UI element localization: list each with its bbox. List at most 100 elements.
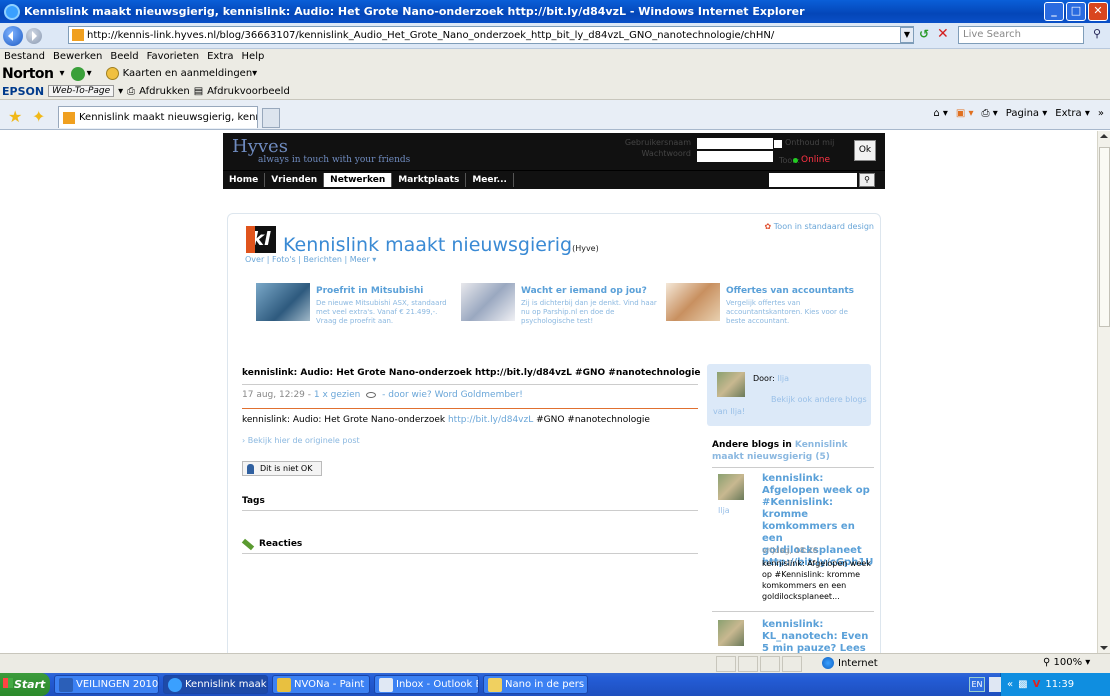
print-icon[interactable]: ⎙: [127, 86, 135, 97]
nav-vrienden[interactable]: Vrienden: [265, 173, 325, 187]
feeds-icon[interactable]: ▣ ▾: [956, 108, 974, 119]
toon-standaard-link[interactable]: ✿ Toon in standaard design: [765, 222, 874, 231]
start-button[interactable]: Start: [0, 673, 50, 696]
post-body: kennislink: Audio: Het Grote Nano-onderz…: [242, 415, 650, 425]
goldmember-link[interactable]: - door wie? Word Goldmember!: [382, 390, 523, 400]
back-button[interactable]: [3, 25, 23, 46]
language-indicator[interactable]: EN: [969, 677, 985, 692]
search-input[interactable]: Live Search: [958, 26, 1084, 44]
menu-beeld[interactable]: Beeld: [110, 51, 138, 62]
word-icon: [59, 677, 73, 692]
norton-dropdown-icon[interactable]: ▾: [60, 68, 65, 79]
nav-netwerken[interactable]: Netwerken: [324, 173, 393, 187]
door-label: Door:: [753, 374, 775, 383]
add-favorite-icon[interactable]: ✦: [32, 107, 45, 126]
nav-home[interactable]: Home: [223, 173, 266, 187]
taskbar-button-veilingen[interactable]: VEILINGEN 2010 ...: [54, 675, 159, 694]
hyve-subnav[interactable]: Over | Foto's | Berichten | Meer ▾: [245, 255, 376, 264]
menu-help[interactable]: Help: [242, 51, 265, 62]
post-meta: 17 aug, 12:29 - 1 x gezien - door wie? W…: [242, 390, 523, 400]
ad-title: Wacht er iemand op jou?: [521, 286, 647, 296]
page-menu-label: Pagina: [1005, 108, 1040, 119]
ad-title: Proefrit in Mitsubishi: [316, 286, 424, 296]
not-ok-button[interactable]: Dit is niet OK: [242, 461, 322, 476]
scroll-up-icon[interactable]: [1100, 134, 1108, 138]
antivirus-icon[interactable]: V: [1033, 679, 1041, 690]
tray-expand-icon[interactable]: «: [1007, 679, 1013, 690]
hyves-logo[interactable]: Hyves: [232, 136, 288, 157]
divider: [712, 467, 874, 468]
tab-kennislink[interactable]: Kennislink maakt nieuwsgierig, kennislin…: [58, 106, 258, 128]
blog-avatar[interactable]: [718, 620, 744, 646]
menu-bewerken[interactable]: Bewerken: [53, 51, 102, 62]
maximize-button[interactable]: □: [1066, 2, 1086, 21]
minimize-button[interactable]: _: [1044, 2, 1064, 21]
login-ok-button[interactable]: Ok: [854, 140, 876, 161]
taskbar-button-paint[interactable]: NVONa - Paint: [272, 675, 370, 694]
hyves-search-input[interactable]: [769, 173, 857, 187]
scroll-down-icon[interactable]: [1100, 646, 1108, 650]
blog-author[interactable]: Ilja: [718, 506, 730, 515]
original-post-link[interactable]: › Bekijk hier de originele post: [242, 436, 360, 445]
vertical-scrollbar[interactable]: [1097, 131, 1110, 653]
online-select[interactable]: Online: [801, 155, 830, 165]
hyves-search-icon[interactable]: ⚲: [859, 173, 875, 187]
menu-bestand[interactable]: Bestand: [4, 51, 45, 62]
post-body-link[interactable]: http://bit.ly/d84vzL: [448, 415, 533, 425]
chevron-right-icon[interactable]: »: [1098, 108, 1104, 119]
page-title[interactable]: Kennislink maakt nieuwsgierig(Hyve): [283, 234, 599, 256]
nav-marktplaats[interactable]: Marktplaats: [392, 173, 467, 187]
kaarten-dropdown-icon[interactable]: ▾: [252, 68, 257, 79]
search-icon[interactable]: ⚲: [1087, 27, 1107, 43]
network-icon[interactable]: ▩: [1018, 679, 1027, 690]
web-to-page-button[interactable]: Web-To-Page: [48, 85, 115, 97]
zoom-level: 100%: [1053, 657, 1083, 668]
web-to-page-dropdown-icon[interactable]: ▾: [118, 86, 123, 97]
forward-button[interactable]: [26, 27, 42, 44]
blog-title-link[interactable]: kennislink: KL_nanotech: Even 5 min pauz…: [762, 619, 872, 653]
taskbar-button-nano[interactable]: Nano in de pers: [483, 675, 588, 694]
norton-button[interactable]: Norton: [2, 66, 54, 82]
favicon-icon: [72, 29, 84, 41]
print-button[interactable]: Afdrukken: [139, 86, 190, 97]
author-name-link[interactable]: Ilja: [777, 374, 789, 383]
views-link[interactable]: 1 x gezien: [314, 390, 361, 400]
preview-icon[interactable]: ▤: [194, 86, 203, 97]
page-title-text: Kennislink maakt nieuwsgierig: [283, 234, 573, 256]
blog-avatar[interactable]: [718, 474, 744, 500]
toon-standaard-label: Toon in standaard design: [773, 222, 874, 231]
epson-logo: EPSON: [2, 84, 45, 98]
nav-meer[interactable]: Meer...: [466, 173, 514, 187]
close-button[interactable]: ✕: [1088, 2, 1108, 21]
username-input[interactable]: [697, 138, 773, 149]
password-input[interactable]: [697, 151, 773, 162]
taskbar-button-kennislink[interactable]: Kennislink maak...: [163, 675, 268, 694]
new-tab-button[interactable]: [262, 108, 280, 128]
stop-icon[interactable]: ✕: [937, 26, 949, 42]
post-body-text: kennislink: Audio: Het Grote Nano-onderz…: [242, 415, 446, 425]
refresh-icon[interactable]: ↺: [919, 27, 929, 41]
scrollbar-thumb[interactable]: [1099, 147, 1110, 327]
author-line: Door: Ilja: [753, 374, 789, 383]
menu-extra[interactable]: Extra: [207, 51, 233, 62]
address-field[interactable]: http://kennis-link.hyves.nl/blog/3666310…: [68, 26, 914, 44]
menu-favorieten[interactable]: Favorieten: [147, 51, 199, 62]
kennislink-logo[interactable]: kl: [246, 226, 276, 253]
printer-icon[interactable]: ⎙ ▾: [982, 108, 998, 119]
zoom-control[interactable]: ⚲ 100% ▾: [1043, 657, 1090, 668]
favorites-star-icon[interactable]: ★: [8, 107, 22, 126]
other-blogs-link[interactable]: Bekijk ook andere blogs van Ilja!: [713, 394, 867, 418]
norton-check-dropdown-icon[interactable]: ▾: [87, 68, 92, 79]
page-menu[interactable]: Pagina ▾: [1006, 108, 1048, 119]
ad-handshake-image: [666, 283, 720, 321]
kaarten-button[interactable]: Kaarten en aanmeldingen: [123, 68, 253, 79]
post-title: kennislink: Audio: Het Grote Nano-onderz…: [242, 368, 701, 378]
home-icon[interactable]: ⌂ ▾: [933, 108, 948, 119]
preview-button[interactable]: Afdrukvoorbeeld: [207, 86, 290, 97]
norton-check-icon[interactable]: [70, 66, 85, 81]
remember-checkbox[interactable]: [774, 140, 782, 148]
keyboard-icon[interactable]: [989, 677, 1001, 692]
extra-menu[interactable]: Extra ▾: [1055, 108, 1090, 119]
address-dropdown-button[interactable]: ▼: [900, 27, 914, 43]
taskbar-button-outlook[interactable]: Inbox - Outlook E...: [374, 675, 479, 694]
